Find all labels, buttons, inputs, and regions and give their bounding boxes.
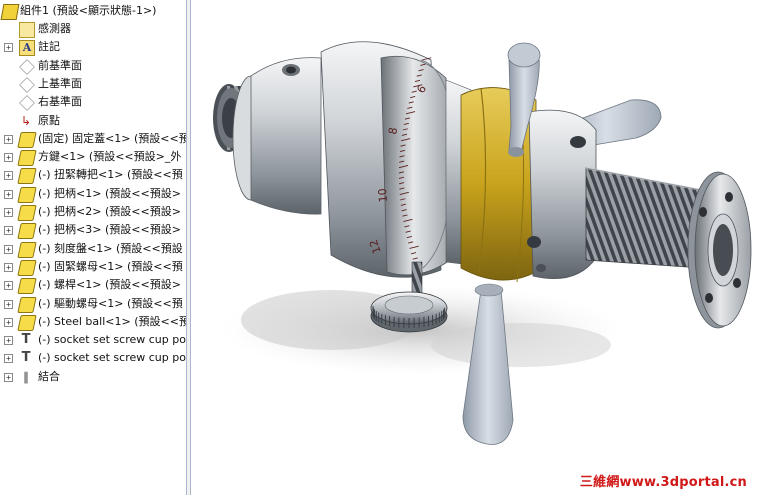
graphics-viewport[interactable]: 6 8 10 12 三維網www.3dportal.cn — [191, 0, 767, 495]
tree-item[interactable]: + (-) Steel ball<1> (預設<<預 — [0, 313, 186, 331]
tree-item-label: 結合 — [38, 369, 60, 383]
tree-item-label: (-) 把柄<2> (預設<<預設> — [38, 205, 181, 218]
tree-item[interactable]: + (固定) 固定蓋<1> (預設<<預 — [0, 130, 186, 148]
tree-item-label: 前基準面 — [38, 58, 82, 72]
tree-item-label: (-) Steel ball<1> (預設<<預 — [38, 314, 186, 328]
tree-item[interactable]: + (-) 刻度盤<1> (預設<<預設 — [0, 240, 186, 258]
mate-icon: ∥ — [23, 369, 29, 384]
part-icon — [17, 131, 37, 148]
part-icon — [17, 205, 37, 221]
tree-item-label: 註記 — [38, 40, 60, 54]
sensor-icon — [19, 22, 35, 38]
watermark-text: 三維網www.3dportal.cn — [579, 475, 747, 490]
part-icon — [17, 241, 37, 258]
graduated-dial: 6 8 10 12 — [320, 41, 454, 278]
screw-icon: T — [21, 332, 31, 348]
part-icon — [17, 278, 37, 295]
assembly-icon — [0, 4, 20, 20]
tree-item-label: 方鍵<1> (預設<<預設>_外 — [38, 150, 182, 164]
tree-root-assembly[interactable]: 組件1 (預設<顯示狀態-1>) — [0, 2, 186, 20]
part-icon — [17, 168, 37, 185]
tree-item-label: (-) 螺桿<1> (預設<<預設> — [38, 278, 181, 292]
plane-icon — [19, 58, 35, 75]
expand-toggle-icon[interactable]: + — [4, 299, 13, 309]
model-render: 6 8 10 12 — [213, 41, 752, 445]
expand-toggle-icon[interactable]: + — [4, 354, 13, 364]
tree-item-label: (-) socket set screw cup po — [38, 333, 186, 347]
plane-icon — [19, 95, 35, 112]
feature-manager-tree: 組件1 (預設<顯示狀態-1>) 感測器 + A 註記前基準面上基準面右基準面 ↳ 原點 +… — [0, 0, 186, 495]
tree-item[interactable]: + 方鍵<1> (預設<<預設>_外 — [0, 148, 186, 167]
tree-item-label: 原點 — [38, 113, 60, 127]
tree-item[interactable]: ↳ 原點 — [0, 112, 186, 130]
tree-item[interactable]: + ∥ 結合 — [0, 368, 186, 386]
expand-toggle-icon[interactable]: + — [4, 134, 13, 144]
tree-item-label: (-) 固緊螺母<1> (預設<<預 — [38, 259, 183, 273]
expand-toggle-icon[interactable]: + — [4, 43, 13, 53]
tree-item[interactable]: + (-) 把柄<1> (預設<<預設> — [0, 185, 186, 203]
tree-item-label: (-) 扭緊轉把<1> (預設<<預 — [38, 168, 183, 182]
tree-item-label: (-) 驅動螺母<1> (預設<<預 — [38, 296, 183, 310]
tree-item[interactable]: + (-) 扭緊轉把<1> (預設<<預 — [0, 166, 186, 185]
expand-toggle-icon[interactable]: + — [4, 208, 13, 217]
part-icon — [17, 314, 37, 331]
tree-item[interactable]: + (-) 驅動螺母<1> (預設<<預 — [0, 295, 186, 313]
tree-item-label: 上基準面 — [38, 76, 82, 90]
annotation-icon: A — [19, 40, 35, 57]
expand-toggle-icon[interactable]: + — [4, 153, 13, 163]
part-icon — [17, 259, 37, 276]
tree-item-label: (-) socket set screw cup po — [38, 351, 186, 365]
tree-item[interactable]: 前基準面 — [0, 57, 186, 75]
tree-item-label: (-) 把柄<3> (預設<<預設> — [38, 223, 181, 237]
tree-item[interactable]: 右基準面 — [0, 93, 186, 112]
screw-icon: T — [21, 350, 31, 366]
expand-toggle-icon[interactable]: + — [4, 336, 13, 346]
tree-item[interactable]: + (-) 把柄<3> (預設<<預設> — [0, 221, 186, 240]
tree-item-label: 感測器 — [38, 22, 71, 35]
expand-toggle-icon[interactable]: + — [4, 281, 13, 291]
lead-screw — [585, 167, 702, 269]
tree-item[interactable]: 上基準面 — [0, 75, 186, 93]
part-icon — [17, 296, 37, 313]
tree-item[interactable]: + T (-) socket set screw cup po — [0, 331, 186, 349]
expand-toggle-icon[interactable]: + — [4, 262, 13, 272]
dial-label-10: 10 — [376, 188, 390, 203]
tree-item-label: (固定) 固定蓋<1> (預設<<預 — [38, 131, 186, 145]
tree-item[interactable]: 感測器 — [0, 20, 186, 38]
plane-icon — [19, 76, 35, 93]
tree-item[interactable]: + A 註記 — [0, 38, 186, 57]
part-icon — [17, 223, 37, 240]
expand-toggle-icon[interactable]: + — [4, 226, 13, 236]
tree-root-label: 組件1 (預設<顯示狀態-1>) — [20, 4, 157, 17]
tree-item-label: (-) 刻度盤<1> (預設<<預設 — [38, 241, 183, 255]
part-icon — [17, 150, 37, 167]
expand-toggle-icon[interactable]: + — [4, 317, 13, 327]
part-icon — [17, 186, 37, 203]
tree-item-label: (-) 把柄<1> (預設<<預設> — [38, 186, 181, 200]
origin-icon: ↳ — [20, 113, 32, 128]
expand-toggle-icon[interactable]: + — [4, 171, 13, 181]
tree-item-label: 右基準面 — [38, 95, 82, 109]
tree-item[interactable]: + T (-) socket set screw cup po — [0, 349, 186, 367]
expand-toggle-icon[interactable]: + — [4, 372, 13, 382]
tree-item[interactable]: + (-) 固緊螺母<1> (預設<<預 — [0, 258, 186, 276]
tree-item[interactable]: + (-) 螺桿<1> (預設<<預設> — [0, 276, 186, 295]
expand-toggle-icon[interactable]: + — [4, 189, 13, 199]
expand-toggle-icon[interactable]: + — [4, 244, 13, 254]
end-flange — [687, 171, 752, 329]
tree-item[interactable]: + (-) 把柄<2> (預設<<預設> — [0, 203, 186, 221]
fixed-cover — [232, 57, 322, 215]
